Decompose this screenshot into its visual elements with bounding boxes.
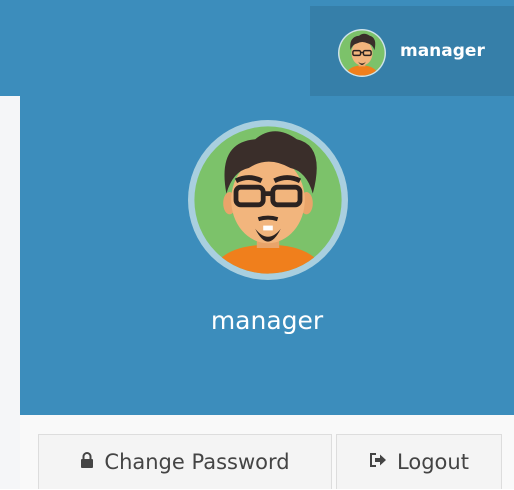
- change-password-label: Change Password: [104, 450, 290, 474]
- user-dropdown-menu: manager Change Password Logout: [20, 96, 514, 489]
- user-avatar-icon: [338, 29, 386, 77]
- navbar-username: manager: [400, 41, 485, 61]
- logout-label: Logout: [397, 450, 469, 474]
- change-password-button[interactable]: Change Password: [38, 434, 332, 489]
- user-footer: Change Password Logout: [20, 415, 514, 489]
- content-background: [0, 96, 20, 489]
- user-menu-toggle[interactable]: manager: [310, 6, 514, 96]
- top-navbar: manager: [0, 0, 514, 96]
- lock-icon: [81, 452, 94, 468]
- user-header-name: manager: [210, 306, 324, 335]
- user-header: manager: [20, 96, 514, 415]
- user-avatar-icon: [188, 120, 348, 280]
- logout-button[interactable]: Logout: [336, 434, 502, 489]
- sign-out-icon: [370, 453, 387, 467]
